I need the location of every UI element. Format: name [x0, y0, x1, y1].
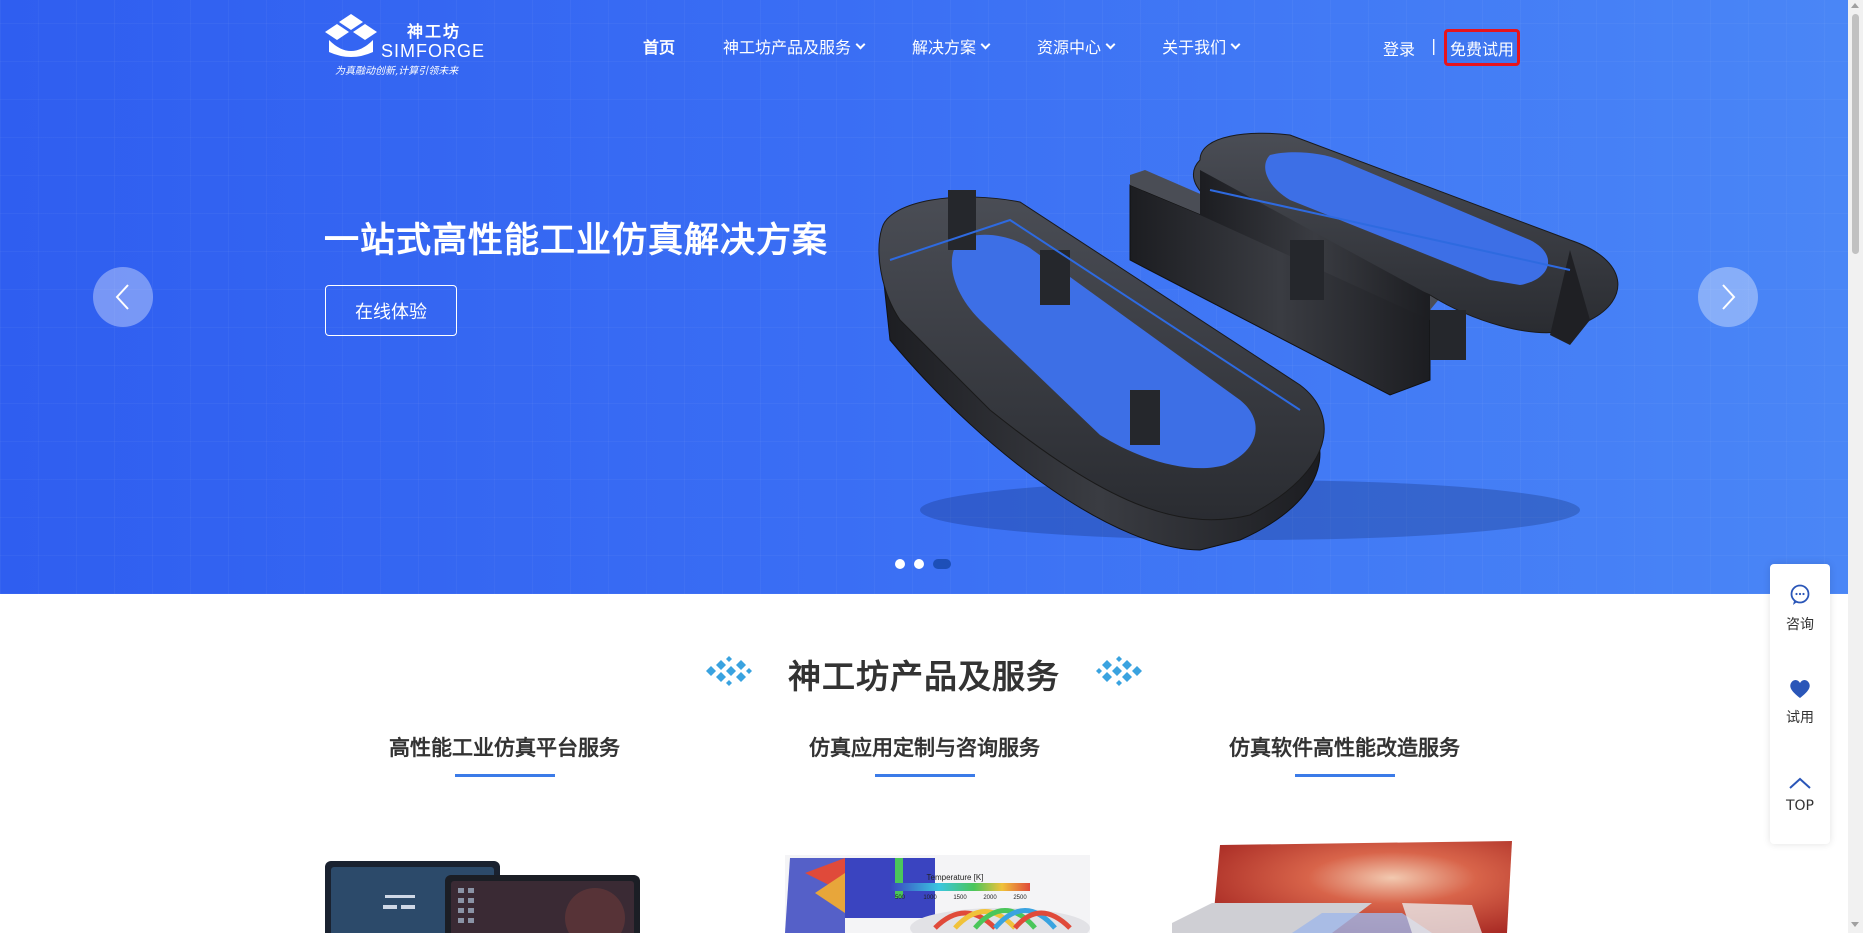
legend-tick: 1500 [953, 895, 967, 901]
legend-tick: 500 [895, 895, 906, 901]
nav-solutions[interactable]: 解决方案 [912, 34, 991, 58]
nav-resources-label: 资源中心 [1037, 38, 1102, 57]
back-to-top-label: TOP [1785, 798, 1814, 814]
simforge-logo[interactable]: 神工坊 SIMFORGE 为真融动创新,计算引领未来 [325, 12, 495, 80]
carousel-dot-1[interactable] [895, 559, 905, 569]
scroll-down-arrow-icon[interactable] [1851, 922, 1859, 927]
chevron-up-icon [1789, 777, 1811, 789]
platform-thumbnail[interactable] [325, 833, 640, 933]
service-title-platform[interactable]: 高性能工业仿真平台服务 [389, 732, 620, 762]
hero-headline: 一站式高性能工业仿真解决方案 [324, 221, 829, 261]
consulting-thumbnail[interactable]: Temperature [K] 500 1000 1500 2000 2500 [785, 833, 1090, 933]
tablet-devices-image [325, 861, 640, 933]
carousel-next-button[interactable] [1698, 267, 1758, 327]
logo-cn: 神工坊 [407, 24, 462, 41]
section-title: 神工坊产品及服务 [0, 650, 1848, 698]
chevron-right-icon [1722, 284, 1736, 310]
service-title-hpc-porting[interactable]: 仿真软件高性能改造服务 [1229, 732, 1460, 762]
chevron-down-icon [855, 39, 866, 49]
chevron-left-icon [115, 284, 129, 310]
nav-about-label: 关于我们 [1162, 38, 1227, 57]
heatmap-simulation-image [1172, 841, 1512, 933]
hpc-porting-thumbnail[interactable] [1172, 833, 1527, 933]
carousel-dot-2[interactable] [914, 559, 924, 569]
hero-banner: 神工坊 SIMFORGE 为真融动创新,计算引领未来 首页 神工坊产品及服务 解… [0, 0, 1848, 594]
diamond-pattern-icon [1096, 656, 1142, 686]
logo-slogan: 为真融动创新,计算引领未来 [335, 66, 459, 77]
chevron-down-icon [1105, 39, 1116, 49]
side-consult-button[interactable]: 咨询 [1770, 584, 1830, 634]
service-underline [1295, 774, 1395, 777]
cfd-simulation-image: Temperature [K] 500 1000 1500 2000 2500 [785, 855, 1090, 933]
service-underline [455, 774, 555, 777]
scrollbar-thumb[interactable] [1852, 14, 1859, 254]
server-racks-image [878, 132, 1619, 551]
nav-products[interactable]: 神工坊产品及服务 [723, 34, 866, 58]
logo-mark-icon [325, 14, 377, 57]
temperature-legend-title: Temperature [K] [927, 873, 984, 882]
side-consult-label: 咨询 [1786, 617, 1814, 633]
logo-en: SIMFORGE [381, 41, 486, 61]
logo-text: 神工坊 SIMFORGE [381, 18, 485, 60]
try-online-button[interactable]: 在线体验 [325, 285, 457, 336]
legend-tick: 1000 [923, 895, 937, 901]
carousel-dot-3[interactable] [933, 559, 951, 569]
side-trial-label: 试用 [1786, 710, 1814, 726]
nav-products-label: 神工坊产品及服务 [723, 38, 852, 57]
heart-icon [1790, 680, 1810, 698]
carousel-prev-button[interactable] [93, 267, 153, 327]
section-title-text: 神工坊产品及服务 [788, 657, 1060, 696]
login-link[interactable]: 登录 [1383, 36, 1415, 60]
main-nav: 首页 神工坊产品及服务 解决方案 资源中心 关于我们 [643, 34, 1287, 58]
header-separator: | [1431, 36, 1437, 55]
nav-home[interactable]: 首页 [643, 34, 675, 58]
nav-solutions-label: 解决方案 [912, 38, 977, 57]
floating-side-panel: 咨询 试用 TOP [1770, 564, 1830, 844]
chat-icon [1790, 584, 1810, 605]
nav-resources[interactable]: 资源中心 [1037, 34, 1116, 58]
page-scrollbar[interactable] [1848, 0, 1863, 933]
service-underline [875, 774, 975, 777]
chevron-down-icon [1230, 39, 1241, 49]
back-to-top-button[interactable]: TOP [1770, 776, 1830, 814]
nav-about[interactable]: 关于我们 [1162, 34, 1241, 58]
legend-tick: 2000 [983, 895, 997, 901]
nav-home-label: 首页 [643, 38, 676, 57]
free-trial-button[interactable]: 免费试用 [1444, 29, 1520, 66]
service-title-consulting[interactable]: 仿真应用定制与咨询服务 [809, 732, 1040, 762]
legend-tick: 2500 [1013, 895, 1027, 901]
side-trial-button[interactable]: 试用 [1770, 679, 1830, 727]
carousel-dots [895, 559, 951, 569]
chevron-down-icon [980, 39, 991, 49]
scroll-up-arrow-icon[interactable] [1851, 3, 1859, 8]
